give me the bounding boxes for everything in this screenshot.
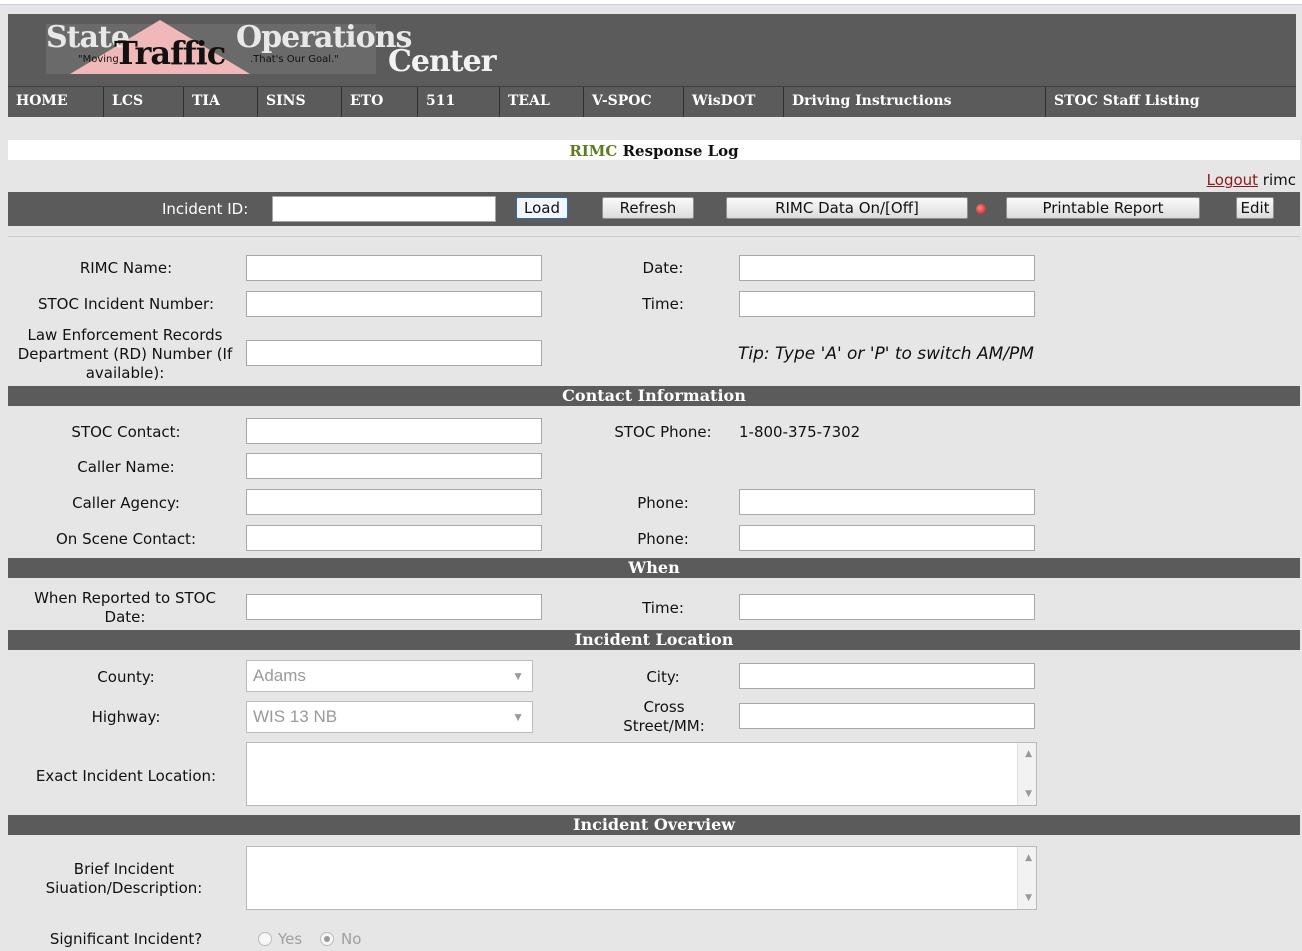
logo-tagline-2: .That's Our Goal." xyxy=(250,54,339,65)
law-rd-number-input[interactable] xyxy=(246,340,542,366)
significant-no-label: No xyxy=(341,930,362,948)
status-dot-icon xyxy=(976,204,986,214)
stoc-incident-number-input[interactable] xyxy=(246,291,542,317)
session-info: Logout rimc xyxy=(1207,171,1296,189)
city-label: City: xyxy=(646,668,680,686)
exact-location-label: Exact Incident Location: xyxy=(35,767,217,785)
nav-sins[interactable]: SINS xyxy=(258,87,342,117)
date-input[interactable] xyxy=(739,255,1035,281)
cross-street-label: Cross Street/MM: xyxy=(623,698,705,735)
highway-label: Highway: xyxy=(91,708,161,726)
nav-wisdot[interactable]: WisDOT xyxy=(684,87,784,117)
scroll-up-icon[interactable]: ▲ xyxy=(1025,853,1032,863)
rimc-name-input[interactable] xyxy=(246,255,542,281)
caller-phone-label: Phone: xyxy=(637,494,689,512)
exact-location-textarea[interactable]: ▲ ▼ xyxy=(246,742,1037,806)
cross-street-input[interactable] xyxy=(739,703,1035,729)
county-select[interactable]: Adams ▼ xyxy=(246,660,533,692)
significant-incident-label: Significant Incident? xyxy=(49,930,203,948)
refresh-button[interactable]: Refresh xyxy=(602,197,694,219)
username: rimc xyxy=(1258,171,1296,189)
on-scene-phone-input[interactable] xyxy=(739,525,1035,551)
caller-agency-label: Caller Agency: xyxy=(72,494,180,512)
significant-yes-radio[interactable] xyxy=(258,932,272,946)
load-button[interactable]: Load xyxy=(516,197,568,219)
reported-time-label: Time: xyxy=(642,599,684,617)
nav-teal[interactable]: TEAL xyxy=(500,87,584,117)
nav-tia[interactable]: TIA xyxy=(184,87,258,117)
law-rd-number-label: Law Enforcement Records Department (RD) … xyxy=(17,326,233,382)
chevron-down-icon: ▼ xyxy=(512,710,524,724)
on-scene-phone-label: Phone: xyxy=(637,530,689,548)
divider xyxy=(8,236,1300,237)
city-input[interactable] xyxy=(739,663,1035,689)
section-contact-information: Contact Information xyxy=(8,386,1300,406)
nav-home[interactable]: HOME xyxy=(8,87,104,117)
incident-id-label: Incident ID: xyxy=(162,200,249,218)
scroll-down-icon[interactable]: ▼ xyxy=(1025,893,1032,903)
page-title-accent: RIMC xyxy=(569,142,618,160)
stoc-incident-number-label: STOC Incident Number: xyxy=(37,295,215,313)
county-label: County: xyxy=(97,668,155,686)
incident-toolbar: Incident ID: Load Refresh RIMC Data On/[… xyxy=(8,192,1300,226)
reported-date-label: When Reported to STOC Date: xyxy=(34,589,216,626)
time-input[interactable] xyxy=(739,291,1035,317)
page-title: RIMC Response Log xyxy=(8,140,1300,160)
significant-no-radio[interactable] xyxy=(320,932,334,946)
page-title-rest: Response Log xyxy=(617,142,739,160)
edit-button[interactable]: Edit xyxy=(1236,197,1274,219)
nav-511[interactable]: 511 xyxy=(418,87,500,117)
logo-text-traffic: Traffic xyxy=(114,34,226,72)
nav-v-spoc[interactable]: V-SPOC xyxy=(584,87,684,117)
scroll-down-icon[interactable]: ▼ xyxy=(1025,789,1032,799)
rimc-data-toggle-button[interactable]: RIMC Data On/[Off] xyxy=(726,197,968,219)
main-nav: HOME LCS TIA SINS ETO 511 TEAL V-SPOC Wi… xyxy=(8,86,1296,117)
time-label: Time: xyxy=(642,295,684,313)
stoc-contact-label: STOC Contact: xyxy=(71,423,181,441)
stoc-phone-value: 1-800-375-7302 xyxy=(739,423,861,441)
stoc-phone-label: STOC Phone: xyxy=(614,423,712,441)
highway-select[interactable]: WIS 13 NB ▼ xyxy=(246,701,533,733)
on-scene-contact-input[interactable] xyxy=(246,525,542,551)
ampm-tip: Tip: Type 'A' or 'P' to switch AM/PM xyxy=(738,344,1034,364)
stoc-contact-input[interactable] xyxy=(246,418,542,444)
nav-lcs[interactable]: LCS xyxy=(104,87,184,117)
county-select-value: Adams xyxy=(253,666,306,685)
brief-description-label: Brief Incident Siuation/Description: xyxy=(45,860,203,897)
section-when: When xyxy=(8,558,1300,578)
date-label: Date: xyxy=(642,259,684,277)
logout-link[interactable]: Logout xyxy=(1207,171,1258,189)
caller-agency-input[interactable] xyxy=(246,489,542,515)
nav-driving-instructions[interactable]: Driving Instructions xyxy=(784,87,1046,117)
logo-text-center: Center xyxy=(388,44,497,79)
brief-description-textarea[interactable]: ▲ ▼ xyxy=(246,846,1037,910)
printable-report-button[interactable]: Printable Report xyxy=(1006,197,1200,219)
nav-eto[interactable]: ETO xyxy=(342,87,418,117)
logo-text-operations: Operations xyxy=(236,20,412,55)
site-logo[interactable]: State Operations Center Traffic "Moving … xyxy=(18,16,518,82)
rimc-name-label: RIMC Name: xyxy=(79,259,173,277)
reported-time-input[interactable] xyxy=(739,594,1035,620)
scroll-up-icon[interactable]: ▲ xyxy=(1025,749,1032,759)
logo-tagline-1: "Moving xyxy=(78,54,119,65)
top-border xyxy=(0,0,1302,5)
caller-name-input[interactable] xyxy=(246,453,542,479)
significant-yes-label: Yes xyxy=(278,930,303,948)
incident-id-input[interactable] xyxy=(272,196,496,222)
caller-name-label: Caller Name: xyxy=(77,458,175,476)
section-incident-overview: Incident Overview xyxy=(8,815,1300,835)
on-scene-contact-label: On Scene Contact: xyxy=(56,530,196,548)
chevron-down-icon: ▼ xyxy=(512,669,524,683)
highway-select-value: WIS 13 NB xyxy=(253,707,338,726)
nav-stoc-staff-listing[interactable]: STOC Staff Listing xyxy=(1046,87,1296,117)
section-incident-location: Incident Location xyxy=(8,630,1300,650)
reported-date-input[interactable] xyxy=(246,594,542,620)
caller-phone-input[interactable] xyxy=(739,489,1035,515)
